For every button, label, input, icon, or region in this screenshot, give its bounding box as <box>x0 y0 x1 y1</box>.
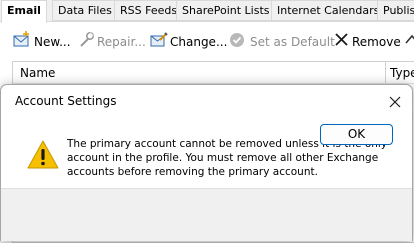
tab-email[interactable]: Email <box>1 0 47 23</box>
tab-published-calendars[interactable]: Publis <box>377 0 414 21</box>
dialog-title: Account Settings <box>15 94 117 108</box>
move-up-icon[interactable] <box>404 31 414 49</box>
change-button[interactable]: Change... <box>170 32 227 52</box>
remove-button[interactable]: Remove <box>352 32 401 52</box>
close-icon[interactable] <box>382 89 408 115</box>
column-divider[interactable] <box>385 62 386 83</box>
tab-strip: Email Data Files RSS Feeds SharePoint Li… <box>0 0 414 23</box>
column-header-type[interactable]: Type <box>390 66 414 80</box>
new-account-icon <box>13 31 29 47</box>
tab-internet-calendars[interactable]: Internet Calendars <box>271 0 386 21</box>
remove-icon <box>335 33 348 46</box>
list-header: Name Type <box>13 62 414 84</box>
tab-sharepoint-lists[interactable]: SharePoint Lists <box>176 0 276 21</box>
ok-button[interactable]: OK <box>320 124 393 145</box>
new-button[interactable]: New... <box>34 32 71 52</box>
dialog-titlebar[interactable]: Account Settings <box>1 85 412 118</box>
toolbar: New... Repair... Change... Set as Defaul… <box>0 30 414 54</box>
repair-icon <box>80 31 95 47</box>
set-default-icon <box>230 33 244 47</box>
tab-rss-feeds[interactable]: RSS Feeds <box>114 0 184 21</box>
change-icon <box>150 32 168 47</box>
warning-icon <box>27 140 59 169</box>
tab-data-files[interactable]: Data Files <box>52 0 118 21</box>
set-as-default-button[interactable]: Set as Default <box>250 32 335 52</box>
account-settings-dialog: Account Settings The primary account can… <box>0 84 413 241</box>
column-header-name[interactable]: Name <box>20 66 55 80</box>
dialog-footer <box>1 188 412 241</box>
repair-button[interactable]: Repair... <box>97 32 146 52</box>
